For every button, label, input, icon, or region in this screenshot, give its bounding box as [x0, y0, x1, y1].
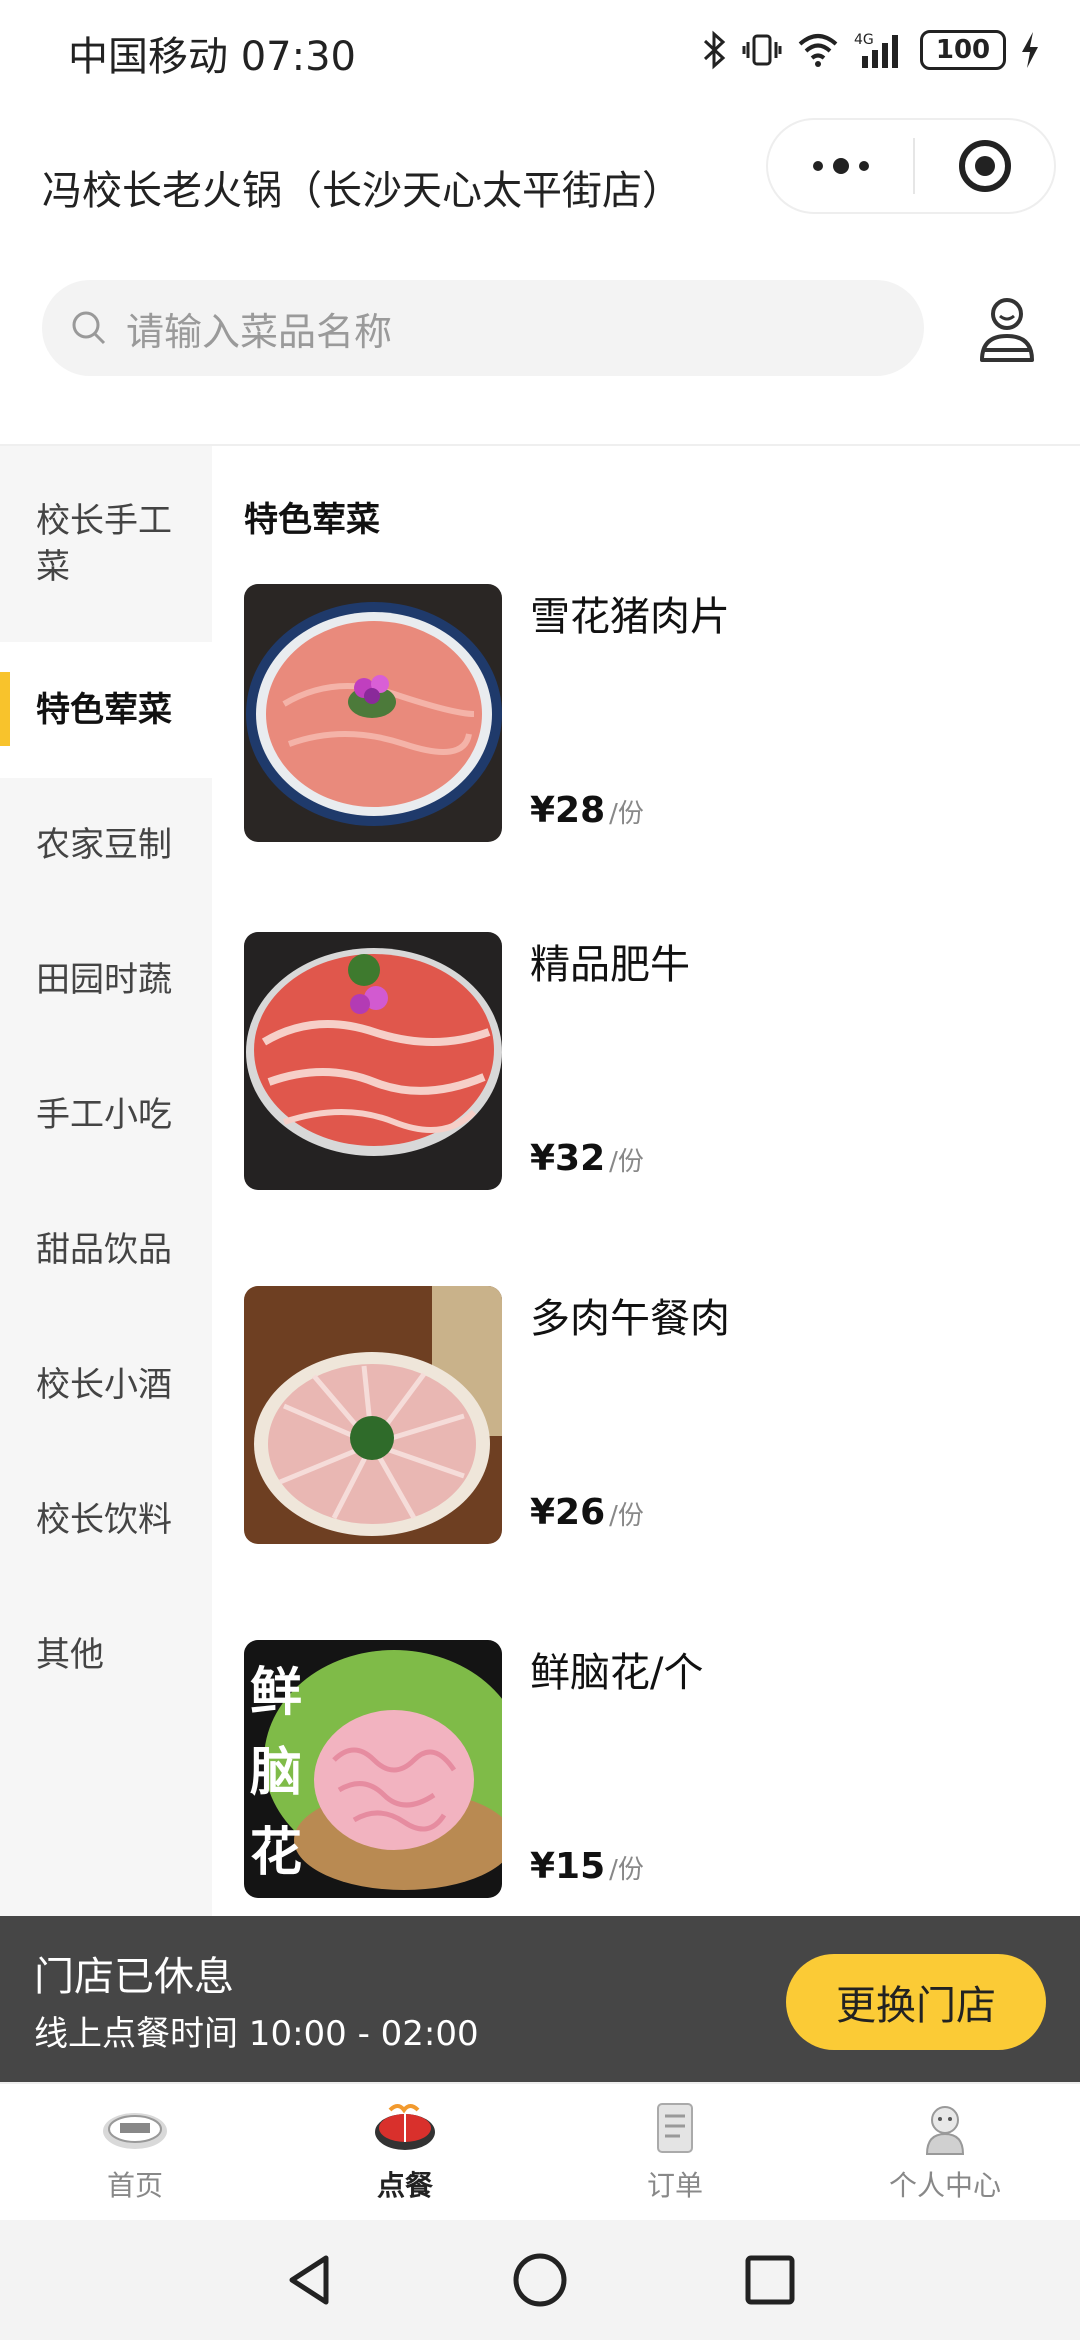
hotpot-icon	[369, 2100, 441, 2156]
target-icon	[958, 140, 1011, 192]
price-value: ¥32	[530, 1138, 606, 1179]
sidebar-item-vegetables[interactable]: 田园时蔬	[0, 912, 212, 1048]
dish-name: 雪花猪肉片	[530, 594, 730, 640]
svg-text:脑: 脑	[250, 1743, 302, 1803]
sidebar-item-label: 特色荤菜	[36, 690, 172, 730]
price-unit: /份	[609, 799, 644, 829]
sidebar-item-label: 甜品饮品	[36, 1230, 172, 1270]
price-unit: /份	[609, 1501, 644, 1531]
svg-text:4G: 4G	[854, 32, 874, 48]
dish-image	[244, 1286, 502, 1544]
dish-item[interactable]: 鲜 脑 花 鲜脑花/个 ¥15/份	[244, 1640, 1064, 1898]
signal-icon: 4G	[854, 30, 906, 70]
sidebar-item-handmade[interactable]: 校长手工菜	[0, 446, 212, 642]
back-icon[interactable]	[280, 2250, 340, 2310]
tab-label: 点餐	[376, 2169, 433, 2202]
tab-profile[interactable]: 个人中心	[810, 2084, 1080, 2222]
dish-item[interactable]: 雪花猪肉片 ¥28/份	[244, 584, 1064, 842]
svg-text:鲜: 鲜	[250, 1663, 302, 1723]
search-row: 请输入菜品名称	[0, 276, 1080, 376]
sidebar-item-label: 其他	[36, 1635, 104, 1675]
tab-label: 个人中心	[888, 2169, 1001, 2202]
dish-item[interactable]: 精品肥牛 ¥32/份	[244, 932, 1064, 1190]
user-button[interactable]	[972, 292, 1042, 366]
sidebar-item-snacks[interactable]: 手工小吃	[0, 1048, 212, 1182]
store-title: 冯校长老火锅（长沙天心太平街店）	[42, 168, 682, 214]
more-dots-icon	[812, 158, 869, 174]
battery-indicator: 100	[920, 30, 1006, 70]
wifi-icon	[796, 30, 840, 70]
dish-name: 精品肥牛	[530, 942, 690, 988]
category-sidebar: 校长手工菜 特色荤菜 农家豆制 田园时蔬 手工小吃 甜品饮品 校长小酒 校长饮料…	[0, 446, 212, 1916]
section-title: 特色荤菜	[244, 500, 380, 540]
tab-label: 首页	[106, 2169, 163, 2202]
dish-price: ¥32/份	[530, 1138, 644, 1179]
status-bar: 中国移动 07:30 4G 100	[0, 0, 1080, 100]
title-bar: 冯校长老火锅（长沙天心太平街店）	[0, 110, 1080, 260]
recents-icon[interactable]	[740, 2250, 800, 2310]
store-closed-banner: 门店已休息 线上点餐时间 10:00 - 02:00 更换门店	[0, 1916, 1080, 2082]
status-icons: 4G 100	[702, 28, 1040, 72]
sidebar-item-tofu[interactable]: 农家豆制	[0, 778, 212, 912]
menu-content: 特色荤菜 雪花猪肉片 ¥28/份 精品肥牛 ¥32 /份 多肉午餐肉 ¥26 /…	[212, 446, 1080, 1916]
carrier-time: 中国移动 07:30	[68, 34, 356, 80]
tab-orders[interactable]: 订单	[540, 2084, 810, 2222]
sidebar-item-label: 校长手工菜	[36, 501, 172, 587]
price-unit: /份	[609, 1147, 644, 1177]
tab-label: 订单	[646, 2169, 703, 2202]
sidebar-item-label: 农家豆制	[36, 825, 172, 865]
search-placeholder: 请输入菜品名称	[126, 309, 393, 354]
price-value: ¥28	[530, 790, 606, 831]
search-icon	[72, 311, 106, 345]
dish-image: 鲜 脑 花	[244, 1640, 502, 1898]
more-button[interactable]	[768, 120, 913, 212]
change-store-button[interactable]: 更换门店	[786, 1954, 1046, 2050]
user-icon	[980, 298, 1034, 362]
price-unit: /份	[609, 1855, 644, 1885]
home-icon[interactable]	[510, 2250, 570, 2310]
svg-text:花: 花	[250, 1823, 302, 1883]
dish-image	[244, 584, 502, 842]
dish-name: 多肉午餐肉	[530, 1296, 730, 1342]
tab-order[interactable]: 点餐	[270, 2084, 540, 2222]
bottom-tabbar: 首页 点餐 订单 个人中心	[0, 2082, 1080, 2220]
home-logo-icon	[99, 2100, 171, 2156]
closed-title: 门店已休息	[34, 1954, 234, 2000]
dish-item[interactable]: 多肉午餐肉 ¥26/份	[244, 1286, 1064, 1544]
system-navigation-bar	[0, 2220, 1080, 2340]
miniprogram-capsule	[766, 118, 1056, 214]
sidebar-item-liquor[interactable]: 校长小酒	[0, 1318, 212, 1452]
sidebar-item-other[interactable]: 其他	[0, 1588, 212, 1722]
vibrate-icon	[742, 30, 782, 70]
dish-price: ¥26/份	[530, 1492, 644, 1533]
close-miniprogram-button[interactable]	[915, 120, 1054, 212]
price-value: ¥15	[530, 1846, 606, 1887]
dish-name: 鲜脑花/个	[530, 1650, 704, 1696]
sidebar-item-label: 手工小吃	[36, 1095, 172, 1135]
sidebar-item-desserts[interactable]: 甜品饮品	[0, 1182, 212, 1318]
dish-image	[244, 932, 502, 1190]
dish-price: ¥15/份	[530, 1846, 644, 1887]
dish-price: ¥28/份	[530, 790, 644, 831]
price-value: ¥26	[530, 1492, 606, 1533]
sidebar-item-meat[interactable]: 特色荤菜	[0, 642, 212, 778]
sidebar-item-label: 田园时蔬	[36, 960, 172, 1000]
receipt-icon	[639, 2100, 711, 2156]
bluetooth-icon	[702, 30, 728, 70]
sidebar-item-label: 校长饮料	[36, 1500, 172, 1540]
charging-icon	[1020, 30, 1040, 70]
sidebar-item-beverages[interactable]: 校长饮料	[0, 1452, 212, 1588]
mascot-icon	[909, 2100, 981, 2156]
tab-home[interactable]: 首页	[0, 2084, 270, 2222]
sidebar-item-label: 校长小酒	[36, 1365, 172, 1405]
search-input[interactable]: 请输入菜品名称	[42, 280, 924, 376]
ordering-hours: 线上点餐时间 10:00 - 02:00	[34, 2014, 479, 2054]
